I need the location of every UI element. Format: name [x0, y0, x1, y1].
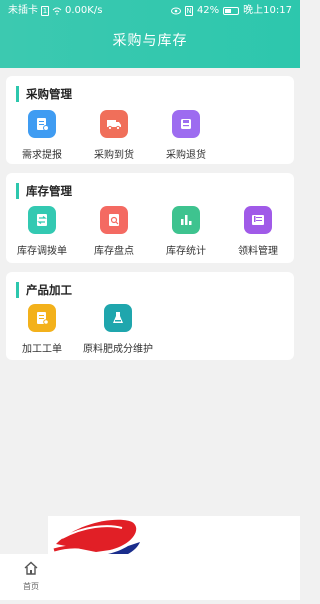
menu-item-label: 需求提报 [22, 150, 62, 161]
menu-item-label: 原料肥成分维护 [83, 344, 153, 355]
menu-item-label: 库存统计 [166, 246, 206, 257]
menu-item-label: 加工工单 [22, 344, 62, 355]
inventory-icon [100, 206, 128, 234]
eye-icon [170, 7, 181, 15]
section-processing: 产品加工 加工工单 原料肥成分维护 [6, 272, 294, 360]
menu-item-label: 领料管理 [238, 246, 278, 257]
menu-item-purchase-arrival[interactable]: 采购到货 [78, 110, 150, 161]
section-inventory: 库存管理 库存调拨单 库存盘点 库存统计 领料管理 [6, 173, 294, 263]
section-purchase: 采购管理 需求提报 采购到货 采购退货 [6, 76, 294, 164]
menu-item-demand-report[interactable]: 需求提报 [6, 110, 78, 161]
transfer-icon [28, 206, 56, 234]
menu-item-work-order[interactable]: 加工工单 [6, 304, 78, 355]
sim-icon: 1 [41, 6, 49, 16]
menu-item-inventory-stats[interactable]: 库存统计 [150, 206, 222, 257]
section-title: 库存管理 [16, 183, 72, 199]
nav-home[interactable]: 首页 [14, 560, 48, 592]
battery-icon [223, 7, 240, 15]
nav-home-label: 首页 [23, 582, 39, 591]
bar-chart-icon [172, 206, 200, 234]
truck-icon [100, 110, 128, 138]
menu-item-label: 库存调拨单 [17, 246, 67, 257]
battery-percent: 42% [196, 5, 220, 16]
app-header: 未插卡 1 0.00K/s N 42% 晚上10:17 采购与库存 [0, 0, 300, 68]
section-title: 产品加工 [16, 282, 72, 298]
menu-item-label: 采购到货 [94, 150, 134, 161]
page-title: 采购与库存 [112, 33, 188, 49]
document-icon [28, 110, 56, 138]
menu-item-material-requisition[interactable]: 领料管理 [222, 206, 294, 257]
menu-item-stocktaking[interactable]: 库存盘点 [78, 206, 150, 257]
bottom-nav: 首页 [0, 554, 300, 600]
nfc-icon: N [184, 6, 193, 16]
material-icon [244, 206, 272, 234]
flask-icon [104, 304, 132, 332]
clock: 晚上10:17 [243, 5, 292, 16]
menu-item-transfer-order[interactable]: 库存调拨单 [6, 206, 78, 257]
carrier-text: 未插卡 [8, 5, 38, 16]
menu-item-label: 采购退货 [166, 150, 206, 161]
section-title: 采购管理 [16, 86, 72, 102]
return-box-icon [172, 110, 200, 138]
menu-item-purchase-return[interactable]: 采购退货 [150, 110, 222, 161]
wifi-icon [52, 7, 62, 15]
work-order-icon [28, 304, 56, 332]
status-bar: 未插卡 1 0.00K/s N 42% 晚上10:17 [0, 0, 300, 22]
network-speed: 0.00K/s [65, 5, 103, 16]
menu-item-fertilizer-composition[interactable]: 原料肥成分维护 [82, 304, 154, 355]
home-icon [24, 561, 38, 575]
menu-item-label: 库存盘点 [94, 246, 134, 257]
